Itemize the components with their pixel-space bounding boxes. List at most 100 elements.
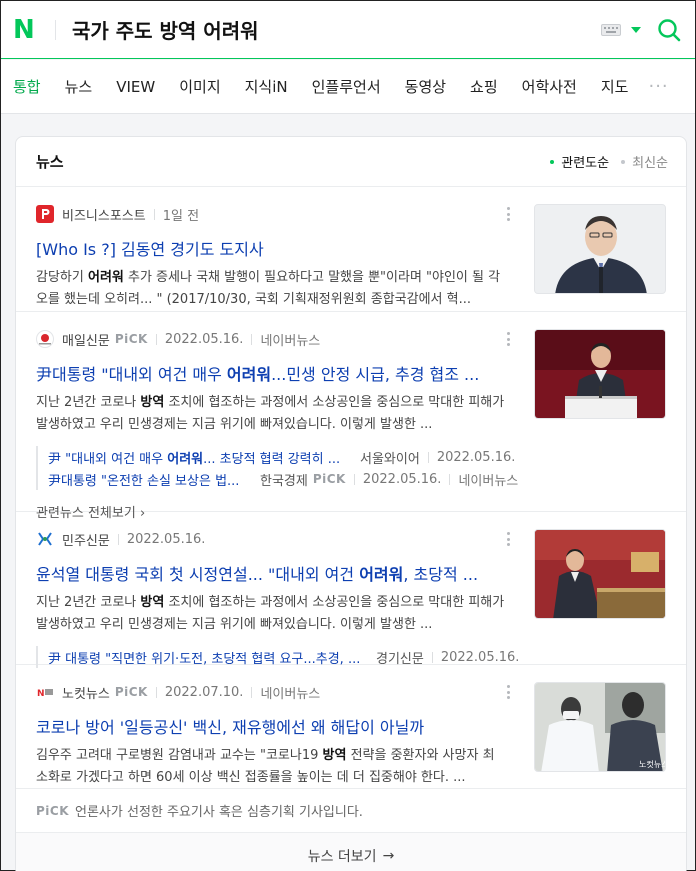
press-logo-icon[interactable] xyxy=(36,530,54,548)
pick-badge: PiCK xyxy=(114,685,148,699)
news-item: 민주신문 2022.05.16. 윤석열 대통령 국회 첫 시정연설... "대… xyxy=(16,512,686,668)
headline-text: ...민생 안정 시급, 추경 협조 ... xyxy=(271,365,480,384)
separator xyxy=(251,333,253,345)
keyboard-icon[interactable] xyxy=(601,23,621,36)
naver-news-link[interactable]: 네이버뉴스 xyxy=(458,470,518,489)
tab-images[interactable]: 이미지 xyxy=(179,60,220,113)
pick-badge: PiCK xyxy=(114,332,148,346)
headline-text: 윤석열 대통령 국회 첫 시정연설... "대내외 여건 xyxy=(36,565,360,584)
press-logo-icon[interactable]: N xyxy=(36,683,54,701)
news-summary[interactable]: 지난 2년간 코로나 방역 조치에 협조하는 과정에서 소상공인을 중심으로 막… xyxy=(36,592,506,636)
press-name[interactable]: 매일신문 xyxy=(62,330,110,349)
press-logo-icon[interactable] xyxy=(36,330,54,348)
news-date: 2022.07.10. xyxy=(164,684,244,700)
more-news-button[interactable]: 뉴스 더보기 → xyxy=(16,833,686,871)
tab-news[interactable]: 뉴스 xyxy=(65,60,93,113)
search-header: N 국가 주도 방역 어려워 xyxy=(1,1,695,59)
separator xyxy=(427,451,429,463)
svg-text:노컷뉴스: 노컷뉴스 xyxy=(639,759,666,769)
svg-text:N: N xyxy=(37,689,45,699)
separator xyxy=(431,651,433,663)
separator xyxy=(153,208,155,220)
naver-logo[interactable]: N xyxy=(13,17,39,43)
news-summary[interactable]: 감당하기 어려워 추가 증세나 국채 발행이 필요하다고 말했을 뿐"이라며 "… xyxy=(36,267,506,311)
dot-icon xyxy=(621,159,626,164)
header-divider xyxy=(55,19,56,40)
news-thumbnail[interactable] xyxy=(534,529,666,619)
news-item: 매일신문 PiCK 2022.05.16. 네이버뉴스 尹대통령 "대내외 여건… xyxy=(16,312,686,521)
more-options-icon[interactable] xyxy=(506,532,510,546)
sort-latest-option[interactable]: 최신순 xyxy=(621,152,668,171)
search-tabs: 통합 뉴스 VIEW 이미지 지식iN 인플루언서 동영상 쇼핑 어학사전 지도… xyxy=(1,60,695,114)
news-headline[interactable]: 윤석열 대통령 국회 첫 시정연설... "대내외 여건 어려워, 초당적 ..… xyxy=(36,561,506,585)
related-title-highlight: 어려워 xyxy=(167,451,204,467)
naver-news-link[interactable]: 네이버뉴스 xyxy=(260,330,320,349)
news-date: 2022.05.16. xyxy=(164,331,244,347)
news-item: N 노컷뉴스 PiCK 2022.07.10. 네이버뉴스 코로나 방어 '일등… xyxy=(16,665,686,789)
search-query-input[interactable]: 국가 주도 방역 어려워 xyxy=(72,15,601,44)
related-title-text: 尹 "대내외 여건 매우 xyxy=(48,451,168,467)
news-date: 1일 전 xyxy=(162,208,200,224)
news-date: 2022.05.16. xyxy=(126,531,206,547)
related-news-item: 尹대통령 "온전한 손실 보상은 법... 한국경제 PiCK 2022.05.… xyxy=(36,468,686,490)
separator xyxy=(353,473,355,485)
more-options-icon[interactable] xyxy=(506,207,510,221)
tab-dictionary[interactable]: 어학사전 xyxy=(522,60,577,113)
related-title-text: ... 초당적 협력 강력히 ... xyxy=(203,451,341,467)
related-news-item: 尹 "대내외 여건 매우 어려워... 초당적 협력 강력히 ... 서울와이어… xyxy=(36,446,686,468)
headline-highlight: 어려워 xyxy=(226,365,272,384)
news-section-header: 뉴스 관련도순 최신순 xyxy=(16,137,686,187)
summary-text: 지난 2년간 코로나 xyxy=(36,395,141,410)
tab-view[interactable]: VIEW xyxy=(116,60,155,113)
separator xyxy=(251,686,253,698)
more-options-icon[interactable] xyxy=(506,332,510,346)
search-icon[interactable] xyxy=(657,18,681,42)
tab-integrated[interactable]: 통합 xyxy=(13,60,41,113)
press-name[interactable]: 비즈니스포스트 xyxy=(62,205,146,224)
related-press-name[interactable]: 서울와이어 xyxy=(360,448,420,467)
tab-shopping[interactable]: 쇼핑 xyxy=(470,60,498,113)
summary-text: 감당하기 xyxy=(36,270,88,285)
news-thumbnail[interactable] xyxy=(534,329,666,419)
tab-map[interactable]: 지도 xyxy=(601,60,629,113)
related-press-name[interactable]: 경기신문 xyxy=(376,648,424,667)
news-thumbnail[interactable]: 노컷뉴스 xyxy=(534,682,666,772)
headline-text: 尹대통령 "대내외 여건 매우 xyxy=(36,365,227,384)
related-news-title[interactable]: 尹대통령 "온전한 손실 보상은 법... xyxy=(48,470,248,489)
news-summary[interactable]: 김우주 고려대 구로병원 감염내과 교수는 "코로나19 방역 전략을 중환자와… xyxy=(36,745,506,789)
summary-text: 지난 2년간 코로나 xyxy=(36,595,141,610)
arrow-right-icon: → xyxy=(382,848,395,864)
summary-highlight: 방역 xyxy=(140,395,165,410)
more-options-icon[interactable] xyxy=(506,685,510,699)
related-news-title[interactable]: 尹 "대내외 여건 매우 어려워... 초당적 협력 강력히 ... xyxy=(48,448,348,467)
tabs-more-icon[interactable]: ··· xyxy=(648,76,668,97)
news-section: 뉴스 관련도순 최신순 비즈니스포스트 1일 전 [Who Is ?] 김동연 … xyxy=(15,136,687,871)
related-press-name[interactable]: 한국경제 xyxy=(260,470,308,489)
dot-icon xyxy=(550,159,555,164)
separator xyxy=(155,686,157,698)
news-thumbnail[interactable] xyxy=(534,204,666,294)
related-date: 2022.05.16. xyxy=(362,471,442,487)
press-logo-icon[interactable] xyxy=(36,205,54,223)
news-headline[interactable]: [Who Is ?] 김동연 경기도 도지사 xyxy=(36,236,506,260)
press-name[interactable]: 노컷뉴스 xyxy=(62,683,110,702)
tab-kin[interactable]: 지식iN xyxy=(245,60,288,113)
news-item: 비즈니스포스트 1일 전 [Who Is ?] 김동연 경기도 도지사 감당하기… xyxy=(16,187,686,312)
news-headline[interactable]: 코로나 방어 '일등공신' 백신, 재유행에선 왜 해답이 아닐까 xyxy=(36,714,506,738)
tab-influencer[interactable]: 인플루언서 xyxy=(312,60,381,113)
tab-video[interactable]: 동영상 xyxy=(405,60,446,113)
separator xyxy=(117,533,119,545)
news-summary[interactable]: 지난 2년간 코로나 방역 조치에 협조하는 과정에서 소상공인을 중심으로 막… xyxy=(36,392,506,436)
related-news-list: 尹 "대내외 여건 매우 어려워... 초당적 협력 강력히 ... 서울와이어… xyxy=(36,446,686,490)
pick-badge: PiCK xyxy=(312,472,346,486)
related-news-title[interactable]: 尹 대통령 "직면한 위기·도전, 초당적 협력 요구...추경, ... xyxy=(48,648,364,667)
pick-note-text: 언론사가 선정한 주요기사 혹은 심층기획 기사입니다. xyxy=(75,805,363,820)
caret-down-icon[interactable] xyxy=(631,26,641,33)
naver-news-link[interactable]: 네이버뉴스 xyxy=(260,683,320,702)
summary-highlight: 어려워 xyxy=(87,270,124,285)
headline-highlight: 어려워 xyxy=(359,565,404,584)
press-name[interactable]: 민주신문 xyxy=(62,530,110,549)
sort-relevance-option[interactable]: 관련도순 xyxy=(550,152,609,171)
news-headline[interactable]: 尹대통령 "대내외 여건 매우 어려워...민생 안정 시급, 추경 협조 ..… xyxy=(36,361,506,385)
news-section-title: 뉴스 xyxy=(36,153,64,171)
